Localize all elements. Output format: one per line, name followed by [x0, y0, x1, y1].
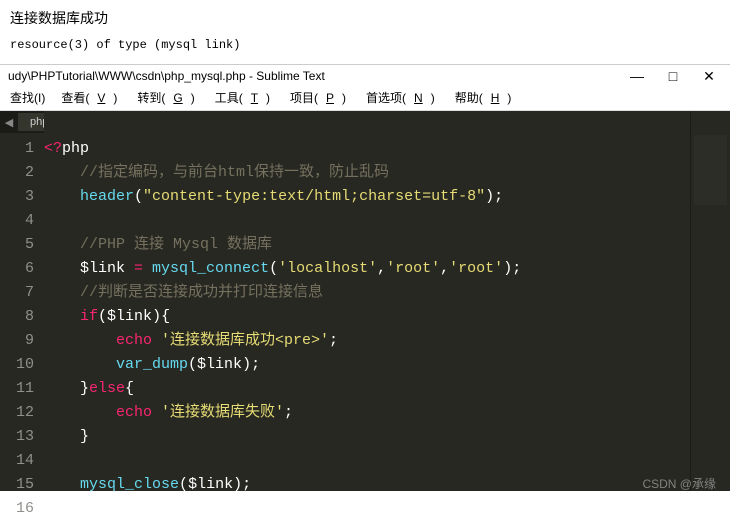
menu-find[interactable]: 查找(I) — [6, 89, 49, 106]
menu-tools[interactable]: 工具(T) — [207, 89, 278, 106]
output-line-1: 连接数据库成功 — [10, 8, 720, 28]
line-num: 9 — [0, 329, 44, 353]
menu-goto[interactable]: 转到(G) — [129, 89, 202, 106]
line-num: 5 — [0, 233, 44, 257]
menubar: 查找(I) 查看(V) 转到(G) 工具(T) 项目(P) 首选项(N) 帮助(… — [0, 87, 730, 111]
code-editor[interactable]: <?php //指定编码，与前台html保持一致，防止乱码 header("co… — [44, 111, 690, 491]
line-num: 1 — [0, 137, 44, 161]
minimize-button[interactable]: — — [630, 69, 644, 83]
window-title: udy\PHPTutorial\WWW\csdn\php_mysql.php -… — [8, 69, 624, 83]
window-buttons: — □ ✕ — [624, 69, 722, 83]
line-num: 8 — [0, 305, 44, 329]
line-num: 13 — [0, 425, 44, 449]
line-num: 16 — [0, 497, 44, 521]
line-num: 3 — [0, 185, 44, 209]
line-num: 11 — [0, 377, 44, 401]
menu-view[interactable]: 查看(V) — [53, 89, 125, 106]
browser-output: 连接数据库成功 resource(3) of type (mysql link) — [0, 0, 730, 58]
close-button[interactable]: ✕ — [702, 69, 716, 83]
minimap-viewport[interactable] — [694, 135, 727, 205]
tab-scroll-left-icon[interactable]: ◀ — [0, 116, 18, 129]
editor-area: ◀ php_mysql.php 1 2 3 4 5 6 7 8 9 10 11 … — [0, 111, 730, 491]
line-num: 7 — [0, 281, 44, 305]
line-num: 2 — [0, 161, 44, 185]
menu-help[interactable]: 帮助(H) — [447, 89, 520, 106]
minimap[interactable] — [690, 111, 730, 491]
line-num: 6 — [0, 257, 44, 281]
line-num: 14 — [0, 449, 44, 473]
window-titlebar: udy\PHPTutorial\WWW\csdn\php_mysql.php -… — [0, 65, 730, 87]
line-num: 15 — [0, 473, 44, 497]
line-gutter: 1 2 3 4 5 6 7 8 9 10 11 12 13 14 15 16 — [0, 111, 44, 491]
line-num: 12 — [0, 401, 44, 425]
menu-prefs[interactable]: 首选项(N) — [358, 89, 443, 106]
maximize-button[interactable]: □ — [666, 69, 680, 83]
line-num: 4 — [0, 209, 44, 233]
output-line-2: resource(3) of type (mysql link) — [10, 38, 720, 52]
line-num: 10 — [0, 353, 44, 377]
menu-project[interactable]: 项目(P) — [282, 89, 354, 106]
